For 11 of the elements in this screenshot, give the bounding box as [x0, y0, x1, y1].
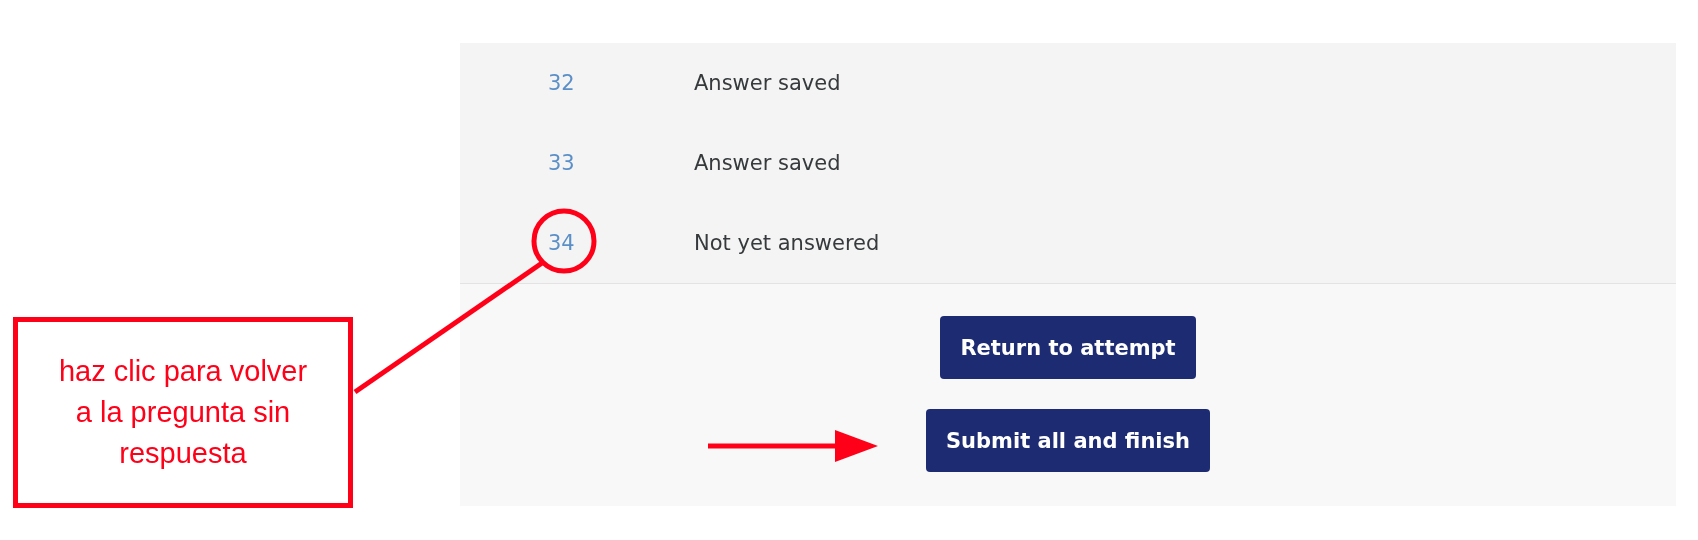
- question-link[interactable]: 33: [548, 151, 694, 175]
- question-status: Answer saved: [694, 151, 841, 175]
- callout-text: haz clic para volver a la pregunta sin respuesta: [58, 354, 308, 471]
- action-button[interactable]: Submit all and finish: [925, 409, 1210, 472]
- highlight-circle: [531, 208, 597, 274]
- question-link[interactable]: 32: [548, 71, 694, 95]
- arrow-icon: [708, 430, 878, 462]
- question-status: Answer saved: [694, 71, 841, 95]
- question-link[interactable]: 34: [548, 231, 694, 255]
- question-status: Not yet answered: [694, 231, 880, 255]
- action-button[interactable]: Return to attempt: [940, 316, 1196, 379]
